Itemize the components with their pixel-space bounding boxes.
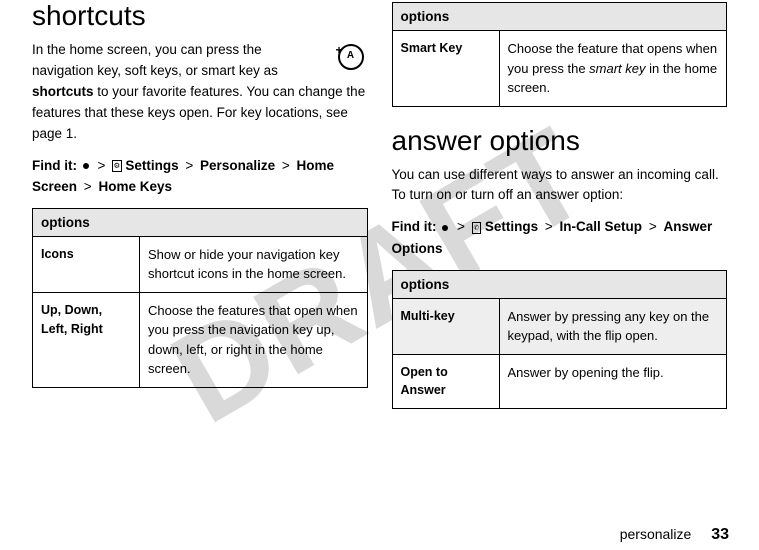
settings-icon: ✆ [472, 222, 481, 234]
para-bold: shortcuts [32, 84, 94, 99]
option-label: Smart Key [392, 31, 499, 107]
nav-key-icon: A [332, 44, 364, 70]
findit-answer: Find it: > ✆ Settings > In-Call Setup > … [392, 216, 728, 259]
table-header: options [392, 3, 727, 31]
path-settings: Settings [485, 219, 538, 234]
path-settings: Settings [125, 158, 178, 173]
center-key-icon [442, 225, 448, 231]
left-column: shortcuts A In the home screen, you can … [20, 0, 380, 510]
smartkey-options-table: options Smart Key Choose the feature tha… [392, 2, 728, 107]
footer-page-number: 33 [711, 526, 729, 543]
settings-icon: ⚙ [112, 160, 121, 172]
sep: > [649, 219, 657, 234]
page-content: shortcuts A In the home screen, you can … [0, 0, 759, 510]
option-desc: Show or hide your navigation key shortcu… [140, 236, 368, 292]
option-desc: Choose the features that open when you p… [140, 292, 368, 387]
table-row: Smart Key Choose the feature that opens … [392, 31, 727, 107]
option-desc: Answer by pressing any key on the keypad… [499, 298, 727, 354]
findit-label: Find it: [32, 158, 77, 173]
sep: > [457, 219, 465, 234]
path-homekeys: Home Keys [98, 179, 172, 194]
findit-label: Find it: [392, 219, 437, 234]
desc-em: smart key [589, 61, 645, 76]
page-footer: personalize 33 [620, 526, 729, 544]
sep: > [545, 219, 553, 234]
answer-options-heading: answer options [392, 125, 728, 157]
option-label: Open to Answer [392, 354, 499, 409]
option-desc: Answer by opening the flip. [499, 354, 727, 409]
option-label: Up, Down, Left, Right [33, 292, 140, 387]
table-row: Icons Show or hide your navigation key s… [33, 236, 368, 292]
sep: > [185, 158, 193, 173]
footer-section: personalize [620, 526, 692, 542]
shortcuts-heading: shortcuts [32, 0, 368, 32]
sep: > [84, 179, 92, 194]
shortcuts-options-table: options Icons Show or hide your navigati… [32, 208, 368, 388]
path-incall: In-Call Setup [560, 219, 643, 234]
table-header: options [392, 270, 727, 298]
option-label: Icons [33, 236, 140, 292]
option-desc: Choose the feature that opens when you p… [499, 31, 727, 107]
table-row: Up, Down, Left, Right Choose the feature… [33, 292, 368, 387]
right-column: options Smart Key Choose the feature tha… [380, 0, 740, 510]
sep: > [98, 158, 106, 173]
table-header: options [33, 208, 368, 236]
para-text-a: In the home screen, you can press the na… [32, 42, 278, 78]
table-row: Multi-key Answer by pressing any key on … [392, 298, 727, 354]
answer-options-table: options Multi-key Answer by pressing any… [392, 270, 728, 410]
answer-options-paragraph: You can use different ways to answer an … [392, 165, 728, 207]
table-row: Open to Answer Answer by opening the fli… [392, 354, 727, 409]
findit-shortcuts: Find it: > ⚙ Settings > Personalize > Ho… [32, 155, 368, 198]
shortcuts-paragraph: A In the home screen, you can press the … [32, 40, 368, 145]
path-personalize: Personalize [200, 158, 275, 173]
option-label: Multi-key [392, 298, 499, 354]
sep: > [282, 158, 290, 173]
center-key-icon [83, 163, 89, 169]
